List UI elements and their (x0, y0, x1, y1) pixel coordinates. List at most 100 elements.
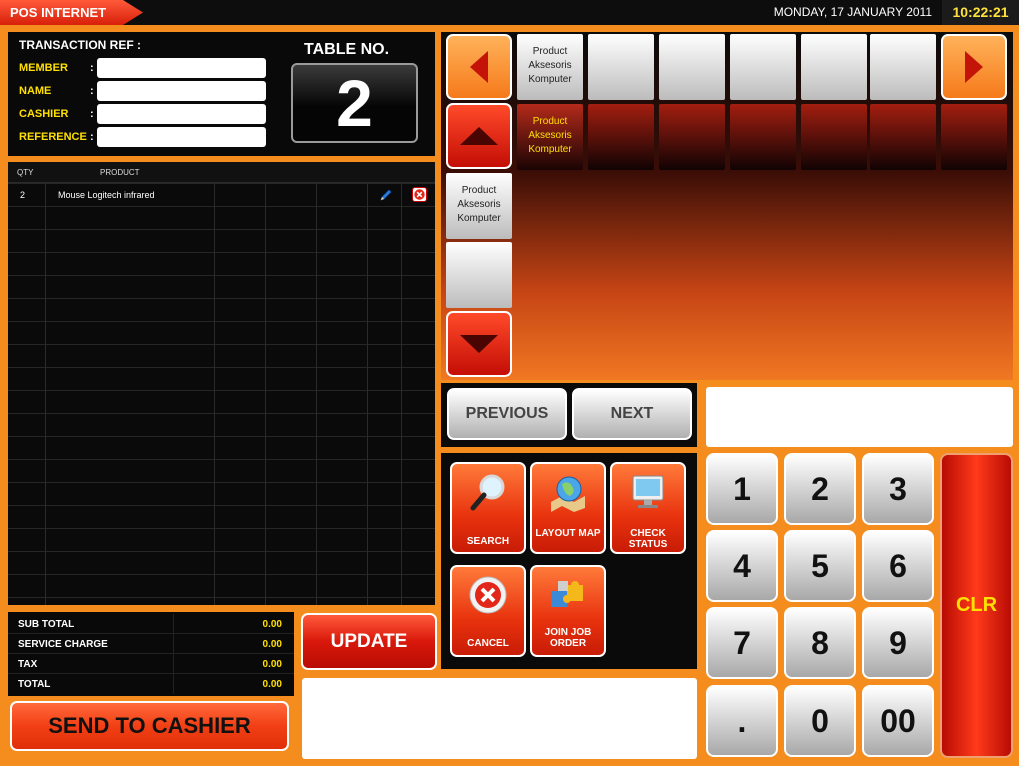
service-charge-row: SERVICE CHARGE 0.00 (8, 634, 294, 654)
category-tile-empty[interactable] (870, 34, 936, 100)
grid-divider (45, 162, 46, 605)
order-grid (8, 183, 435, 605)
subcategory-tile[interactable]: Product Aksesoris Komputer (446, 173, 512, 239)
key-2[interactable]: 2 (784, 453, 856, 525)
search-button[interactable]: SEARCH (450, 462, 526, 554)
scroll-left-button[interactable] (446, 34, 512, 100)
category-tile-empty[interactable] (659, 34, 725, 100)
key-3[interactable]: 3 (862, 453, 934, 525)
key-0[interactable]: 0 (784, 685, 856, 757)
grid-divider (401, 162, 402, 605)
clear-button[interactable]: CLR (940, 453, 1013, 758)
subtotal-row: SUB TOTAL 0.00 (8, 614, 294, 634)
category-tile-empty[interactable] (801, 104, 867, 170)
clock-display: 10:22:21 (942, 0, 1019, 25)
next-button[interactable]: NEXT (572, 388, 692, 440)
table-number-label: TABLE NO. (304, 41, 390, 58)
check-status-button[interactable]: CHECK STATUS (610, 462, 686, 554)
message-display-area[interactable] (302, 678, 697, 759)
pencil-edit-icon[interactable] (378, 187, 394, 203)
tax-label: TAX (18, 659, 38, 670)
service-charge-value: 0.00 (262, 639, 282, 650)
row-product: Mouse Logitech infrared (58, 190, 155, 200)
category-tile-empty[interactable] (659, 104, 725, 170)
total-label: TOTAL (18, 679, 51, 690)
scroll-down-button[interactable] (446, 311, 512, 377)
arrow-right-icon (965, 51, 983, 83)
arrow-down-icon (460, 335, 498, 353)
cashier-colon: : (90, 108, 94, 120)
member-label: MEMBER (19, 62, 68, 74)
product-column-header: PRODUCT (100, 168, 140, 177)
join-job-order-button[interactable]: JOIN JOB ORDER (530, 565, 606, 657)
key-decimal[interactable]: . (706, 685, 778, 757)
category-tile-active[interactable]: Product Aksesoris Komputer (517, 104, 583, 170)
category-tile-empty[interactable] (941, 104, 1007, 170)
subtotal-label: SUB TOTAL (18, 619, 75, 630)
totals-divider (173, 614, 174, 634)
category-tile-empty[interactable] (730, 104, 796, 170)
arrow-up-icon (460, 127, 498, 145)
cashier-input[interactable] (97, 104, 266, 124)
cancel-button[interactable]: CANCEL (450, 565, 526, 657)
reference-label: REFERENCE (19, 131, 87, 143)
cancel-label: CANCEL (467, 638, 509, 649)
grid-divider (265, 162, 266, 605)
transaction-ref-title: TRANSACTION REF : (19, 38, 141, 52)
app-title: POS INTERNET (0, 0, 143, 25)
category-tile-empty[interactable] (801, 34, 867, 100)
subcategory-tile-empty[interactable] (446, 242, 512, 308)
member-input[interactable] (97, 58, 266, 78)
category-tile-empty[interactable] (730, 34, 796, 100)
name-label: NAME (19, 85, 52, 97)
cashier-label: CASHIER (19, 108, 69, 120)
key-00[interactable]: 00 (862, 685, 934, 757)
category-tile-empty[interactable] (588, 34, 654, 100)
transaction-panel: TRANSACTION REF : MEMBER : NAME : CASHIE… (8, 32, 435, 156)
key-6[interactable]: 6 (862, 530, 934, 602)
qty-column-header: QTY (17, 168, 34, 177)
magnifier-icon (470, 474, 505, 511)
function-panel: SEARCH LAYOUT MAP CHECK STATUS CANCEL JO… (441, 453, 697, 669)
reference-input[interactable] (97, 127, 266, 147)
total-value: 0.00 (262, 679, 282, 690)
category-tile[interactable]: Product Aksesoris Komputer (517, 34, 583, 100)
reference-colon: : (90, 131, 94, 143)
scroll-up-button[interactable] (446, 103, 512, 169)
delete-x-icon[interactable] (412, 187, 427, 202)
key-9[interactable]: 9 (862, 607, 934, 679)
totals-panel: SUB TOTAL 0.00 SERVICE CHARGE 0.00 TAX 0… (8, 612, 294, 696)
key-7[interactable]: 7 (706, 607, 778, 679)
row-qty: 2 (20, 190, 26, 200)
totals-divider (173, 634, 174, 654)
arrow-left-icon (470, 51, 488, 83)
update-button[interactable]: UPDATE (301, 613, 437, 670)
subtotal-value: 0.00 (262, 619, 282, 630)
globe-map-icon (551, 476, 585, 512)
scroll-right-button[interactable] (941, 34, 1007, 100)
grid-divider (316, 162, 317, 605)
category-tile-empty[interactable] (588, 104, 654, 170)
member-colon: : (90, 62, 94, 74)
layout-map-label: LAYOUT MAP (535, 528, 601, 539)
send-to-cashier-button[interactable]: SEND TO CASHIER (10, 701, 289, 751)
key-4[interactable]: 4 (706, 530, 778, 602)
key-8[interactable]: 8 (784, 607, 856, 679)
puzzle-icon (551, 581, 583, 607)
date-display: MONDAY, 17 JANUARY 2011 (773, 5, 932, 19)
keypad-display[interactable] (706, 387, 1013, 447)
layout-map-button[interactable]: LAYOUT MAP (530, 462, 606, 554)
monitor-status-icon (632, 475, 664, 508)
total-row: TOTAL 0.00 (8, 674, 294, 694)
table-number-display[interactable]: 2 (291, 63, 418, 143)
key-5[interactable]: 5 (784, 530, 856, 602)
key-1[interactable]: 1 (706, 453, 778, 525)
grid-divider (367, 162, 368, 605)
check-status-label: CHECK STATUS (628, 528, 668, 550)
category-tile-empty[interactable] (870, 104, 936, 170)
order-list-header: QTY PRODUCT (8, 162, 435, 183)
name-input[interactable] (97, 81, 266, 101)
previous-button[interactable]: PREVIOUS (447, 388, 567, 440)
search-label: SEARCH (466, 536, 510, 547)
tax-row: TAX 0.00 (8, 654, 294, 674)
